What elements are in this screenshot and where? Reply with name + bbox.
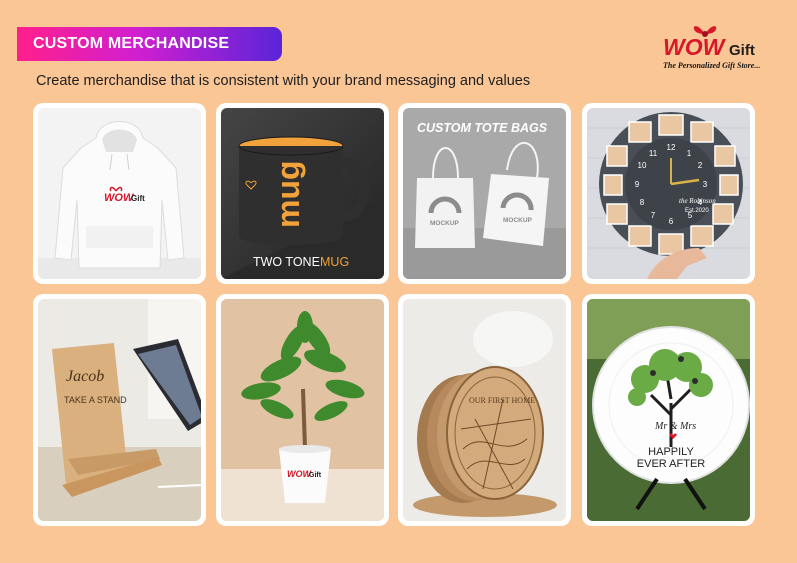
hoodie-print-gift: Gift — [131, 194, 145, 203]
mug-caption-main: TWO TONE — [253, 255, 320, 269]
pot-print-gift: Gift — [309, 472, 322, 479]
logo-wordmark: WOW — [663, 34, 725, 60]
svg-text:11: 11 — [649, 149, 658, 158]
logo-gift-text: Gift — [729, 42, 755, 59]
svg-text:7: 7 — [651, 211, 656, 220]
svg-text:3: 3 — [703, 180, 708, 189]
tote-mockup-label-1: MOCKUP — [430, 220, 460, 227]
product-card-mug[interactable]: mug TWO TONE MUG — [216, 103, 389, 284]
clock-est: Est.2020 — [685, 208, 709, 214]
svg-text:10: 10 — [638, 161, 647, 170]
svg-text:8: 8 — [640, 198, 645, 207]
clock-image: 12 1 2 3 4567 8 9 10 11 the Robinson Est.2020 — [587, 108, 750, 279]
product-card-plate[interactable]: Mr & Mrs HAPPILY EVER AFTER — [582, 294, 755, 526]
slide: CUSTOM MERCHANDISE Create merchandise th… — [0, 0, 797, 563]
logo-tagline: The Personalized Gift Store... — [663, 61, 761, 70]
product-card-clock[interactable]: 12 1 2 3 4567 8 9 10 11 the Robinson Est.2020 — [582, 103, 755, 284]
product-card-coasters[interactable]: OUR FIRST HOME — [398, 294, 571, 526]
mug-caption-accent: MUG — [320, 255, 349, 269]
page-title: CUSTOM MERCHANDISE — [17, 27, 282, 61]
coaster-text: OUR FIRST HOME — [469, 396, 535, 405]
product-card-tote[interactable]: CUSTOM TOTE BAGS MOCKUP MOCKUP — [398, 103, 571, 284]
svg-text:6: 6 — [669, 217, 674, 226]
plate-line-1: HAPPILY — [648, 446, 694, 458]
product-card-hoodie[interactable]: WOW Gift — [33, 103, 206, 284]
brand-logo: WOW Gift The Personalized Gift Store... — [657, 20, 777, 75]
page-subtitle: Create merchandise that is consistent wi… — [36, 73, 531, 89]
svg-text:2: 2 — [698, 161, 703, 170]
product-card-plant-pot[interactable]: WOW Gift — [216, 294, 389, 526]
clock-family-name: the Robinson — [679, 197, 716, 205]
product-card-phone-stand[interactable]: Jacob TAKE A STAND — [33, 294, 206, 526]
plate-image: Mr & Mrs HAPPILY EVER AFTER — [587, 299, 750, 521]
tote-title: CUSTOM TOTE BAGS — [417, 121, 548, 135]
plant-pot-image: WOW Gift — [221, 299, 384, 521]
svg-text:9: 9 — [635, 180, 640, 189]
coasters-image: OUR FIRST HOME — [403, 299, 566, 521]
phone-stand-image: Jacob TAKE A STAND — [38, 299, 201, 521]
hoodie-image: WOW Gift — [38, 108, 201, 279]
mug-image: mug TWO TONE MUG — [221, 108, 384, 279]
tote-image: CUSTOM TOTE BAGS MOCKUP MOCKUP — [403, 108, 566, 279]
svg-text:12: 12 — [667, 143, 676, 152]
plate-line-2: EVER AFTER — [637, 458, 706, 470]
stand-slogan: TAKE A STAND — [64, 395, 127, 405]
mug-print-text: mug — [270, 160, 306, 228]
tote-mockup-label-2: MOCKUP — [503, 217, 533, 224]
svg-text:1: 1 — [687, 149, 692, 158]
stand-name: Jacob — [66, 368, 104, 385]
plate-names: Mr & Mrs — [654, 421, 696, 432]
